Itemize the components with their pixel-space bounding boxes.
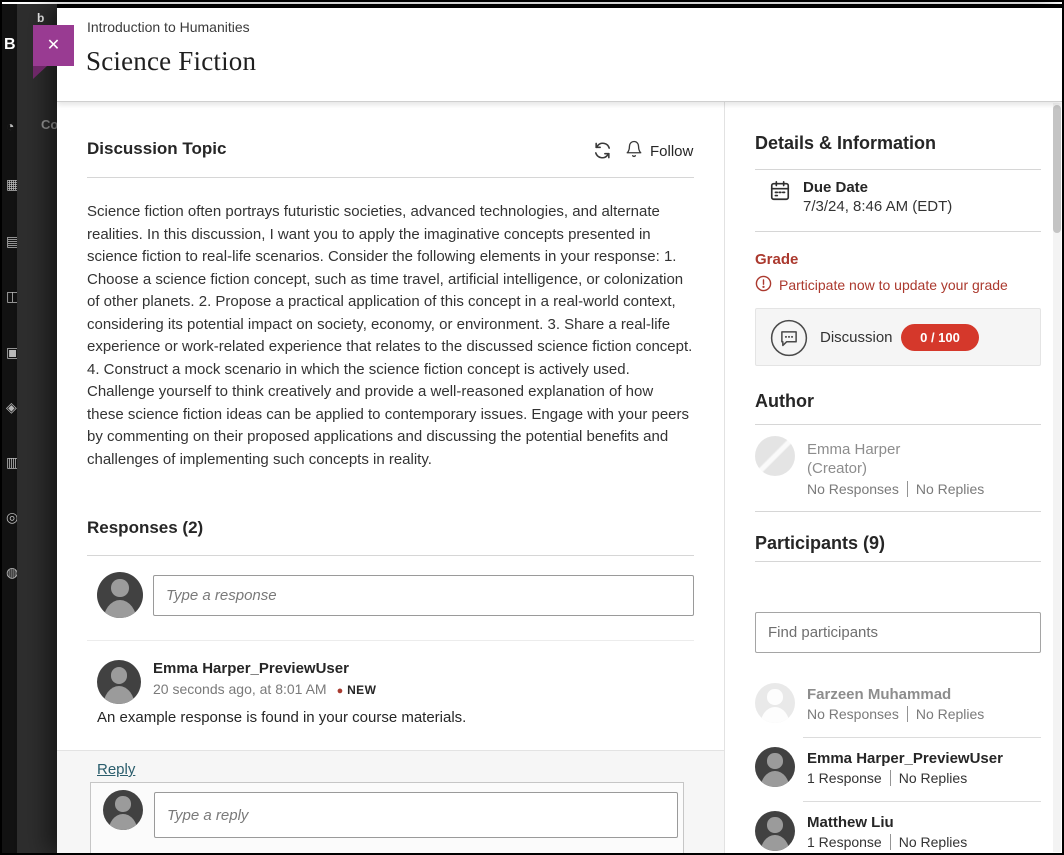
participant-replies-count: No Replies — [890, 770, 967, 786]
discussion-topic-heading: Discussion Topic — [87, 139, 227, 159]
participants-heading: Participants (9) — [755, 533, 885, 554]
responses-heading: Responses (2) — [87, 518, 203, 538]
content-details-divider — [724, 102, 725, 853]
alert-circle-icon — [755, 275, 772, 295]
nav-strip-icon: ▣ — [6, 344, 17, 361]
divider — [87, 640, 694, 641]
author-avatar — [755, 436, 795, 476]
divider — [755, 424, 1041, 425]
nav-strip-icon: ▦ — [6, 176, 17, 193]
response-author-name: Emma Harper_PreviewUser — [153, 660, 349, 677]
author-responses-count: No Responses — [807, 481, 899, 497]
grade-score-pill: 0 / 100 — [901, 324, 979, 351]
reply-input[interactable] — [154, 792, 678, 838]
participant-responses-count: 1 Response — [807, 834, 882, 850]
participant-avatar — [755, 811, 795, 851]
page-title: Science Fiction — [86, 46, 256, 77]
participant-responses-count: 1 Response — [807, 770, 882, 786]
author-stats: No Responses No Replies — [807, 481, 984, 497]
divider — [87, 555, 694, 556]
author-heading: Author — [755, 391, 814, 412]
discussion-main: Discussion Topic Follow Science fiction … — [57, 102, 724, 853]
current-user-avatar — [103, 790, 143, 830]
participant-avatar — [755, 683, 795, 723]
divider — [803, 801, 1041, 802]
participant-stats: 1 Response No Replies — [807, 834, 967, 850]
grade-alert: Participate now to update your grade — [755, 275, 1008, 295]
grade-item-label: Discussion — [820, 329, 893, 346]
refresh-button[interactable] — [593, 141, 612, 163]
left-nav-strip: B ◔ ▦ ▤ ◫ ▣ ◈ ▥ ◎ ◍ — [2, 4, 17, 853]
due-date-value: 7/3/24, 8:46 AM (EDT) — [803, 198, 952, 215]
divider — [755, 231, 1041, 232]
reply-link[interactable]: Reply — [97, 761, 135, 778]
grade-summary-card: Discussion 0 / 100 — [755, 308, 1041, 366]
response-meta: 20 seconds ago, at 8:01 AM NEW — [153, 681, 376, 697]
current-user-avatar — [97, 572, 143, 618]
nav-strip-icon: ◔ — [6, 118, 14, 134]
reply-section: Reply — [57, 750, 724, 853]
reply-compose-box — [90, 782, 684, 853]
find-participants-input[interactable] — [755, 612, 1041, 653]
refresh-icon — [593, 148, 612, 163]
response-body-text: An example response is found in your cou… — [97, 709, 466, 726]
participant-replies-count: No Replies — [907, 706, 984, 722]
app-logo: B — [4, 36, 16, 54]
nav-strip-icon: ◈ — [6, 399, 17, 416]
nav-strip-icon: ◎ — [6, 509, 17, 526]
new-badge: NEW — [337, 683, 377, 697]
discussion-chat-icon — [770, 319, 808, 362]
divider — [755, 169, 1041, 170]
discussion-panel: Introduction to Humanities Science Ficti… — [57, 8, 1062, 853]
participant-stats: 1 Response No Replies — [807, 770, 967, 786]
participant-responses-count: No Responses — [807, 706, 899, 722]
follow-label: Follow — [650, 143, 693, 160]
grade-alert-text: Participate now to update your grade — [779, 277, 1008, 293]
divider — [87, 177, 694, 178]
behind-text-top: b — [37, 11, 44, 25]
author-replies-count: No Replies — [907, 481, 984, 497]
panel-header: Introduction to Humanities Science Ficti… — [57, 8, 1062, 102]
due-date-label: Due Date — [803, 179, 868, 196]
behind-text-course-tab: Co — [41, 117, 57, 132]
window-top-edge — [2, 2, 1062, 4]
divider — [755, 561, 1041, 562]
nav-strip-icon: ◍ — [6, 564, 17, 581]
bell-icon — [625, 140, 643, 162]
participant-replies-count: No Replies — [890, 834, 967, 850]
author-name: Emma Harper — [807, 441, 900, 458]
close-button[interactable]: ✕ — [33, 25, 74, 66]
participant-name: Emma Harper_PreviewUser — [807, 750, 1003, 767]
breadcrumb-course-name: Introduction to Humanities — [87, 19, 250, 35]
nav-strip-icon: ▤ — [6, 233, 17, 250]
details-heading: Details & Information — [755, 133, 936, 154]
response-input[interactable] — [153, 575, 694, 616]
response-author-avatar — [97, 660, 141, 704]
scrollbar-thumb[interactable] — [1053, 105, 1061, 233]
participant-avatar — [755, 747, 795, 787]
author-role: (Creator) — [807, 460, 867, 477]
response-timestamp: 20 seconds ago, at 8:01 AM — [153, 681, 327, 697]
details-sidebar: Details & Information Due Date 7/3/24, 8… — [725, 102, 1062, 853]
participant-name: Farzeen Muhammad — [807, 686, 951, 703]
participant-name: Matthew Liu — [807, 814, 894, 831]
grade-label: Grade — [755, 251, 798, 268]
divider — [755, 511, 1041, 512]
nav-strip-icon: ▥ — [6, 454, 17, 471]
dimmed-page-behind: b Co — [17, 4, 57, 853]
follow-button[interactable]: Follow — [625, 140, 693, 162]
calendar-icon — [769, 180, 791, 207]
divider — [803, 737, 1041, 738]
discussion-topic-text: Science fiction often portrays futuristi… — [87, 201, 694, 471]
close-icon: ✕ — [47, 37, 60, 54]
participant-stats: No Responses No Replies — [807, 706, 984, 722]
nav-strip-icon: ◫ — [6, 288, 17, 305]
